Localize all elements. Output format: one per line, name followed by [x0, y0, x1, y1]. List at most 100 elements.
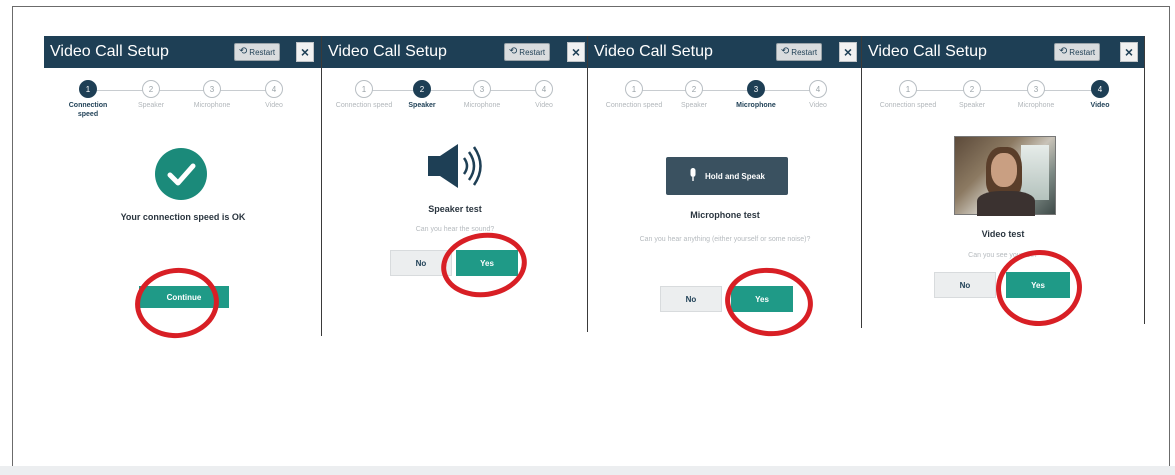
step-number: 1 — [899, 80, 917, 98]
restart-icon: ⟲ — [238, 46, 248, 57]
close-button[interactable]: × — [567, 42, 585, 62]
person-face — [991, 153, 1017, 187]
microphone-test-heading: Microphone test — [690, 210, 760, 220]
restart-icon: ⟲ — [1058, 46, 1068, 57]
step-video: 4 Video — [244, 80, 304, 110]
step-connection-speed: 1 Connection speed — [58, 80, 118, 119]
step-number: 2 — [963, 80, 981, 98]
speaker-test-heading: Speaker test — [428, 204, 482, 214]
step-microphone: 3 Microphone — [1006, 80, 1066, 110]
no-label: No — [685, 294, 697, 304]
step-label: Speaker — [958, 102, 986, 109]
panel-header: Video Call Setup ⟲ Restart × — [588, 36, 862, 68]
step-speaker: 2 Speaker — [121, 80, 181, 110]
speaker-icon — [422, 140, 488, 192]
panel-header: Video Call Setup ⟲ Restart × — [44, 36, 322, 68]
panel-header: Video Call Setup ⟲ Restart × — [862, 36, 1144, 68]
step-number: 1 — [625, 80, 643, 98]
step-label: Speaker — [408, 102, 436, 109]
step-number: 1 — [79, 80, 97, 98]
restart-label: Restart — [1069, 47, 1096, 57]
step-number: 3 — [1027, 80, 1045, 98]
step-label: Connection speed — [879, 102, 937, 109]
close-icon: × — [300, 44, 310, 60]
step-label: Microphone — [463, 102, 501, 109]
step-label: Video — [809, 102, 827, 109]
video-call-setup-panel-microphone: Video Call Setup ⟲ Restart × 1 Connectio… — [588, 36, 862, 331]
no-button[interactable]: No — [660, 286, 722, 312]
close-icon: × — [1124, 44, 1134, 60]
close-button[interactable]: × — [839, 42, 857, 62]
step-video: 4 Video — [788, 80, 848, 110]
restart-label: Restart — [791, 47, 818, 57]
speaker-test-question: Can you hear the sound? — [415, 226, 495, 233]
step-number: 4 — [535, 80, 553, 98]
step-number: 3 — [203, 80, 221, 98]
panel-title: Video Call Setup — [328, 43, 447, 60]
step-number: 4 — [809, 80, 827, 98]
panel-divider — [861, 36, 862, 328]
step-speaker: 2 Speaker — [942, 80, 1002, 110]
restart-button[interactable]: ⟲ Restart — [776, 43, 822, 61]
microphone-test-question: Can you hear anything (either yourself o… — [639, 236, 811, 243]
step-label: Microphone — [1017, 102, 1055, 109]
no-label: No — [415, 258, 427, 268]
step-number: 2 — [685, 80, 703, 98]
no-button[interactable]: No — [934, 272, 996, 298]
close-icon: × — [843, 44, 853, 60]
step-microphone: 3 Microphone — [452, 80, 512, 110]
step-label: Speaker — [137, 102, 165, 109]
step-number: 2 — [142, 80, 160, 98]
step-speaker: 2 Speaker — [392, 80, 452, 110]
restart-label: Restart — [519, 47, 546, 57]
background-window — [1021, 145, 1049, 200]
step-number: 1 — [355, 80, 373, 98]
checkmark-icon — [155, 148, 207, 200]
step-connection-speed: 1 Connection speed — [334, 80, 394, 110]
step-video: 4 Video — [514, 80, 574, 110]
restart-icon: ⟲ — [508, 46, 518, 57]
step-label: Connection speed — [605, 102, 663, 109]
step-number: 2 — [413, 80, 431, 98]
step-connection-speed: 1 Connection speed — [604, 80, 664, 110]
panel-header: Video Call Setup ⟲ Restart × — [322, 36, 588, 68]
panel-divider — [587, 36, 588, 332]
webcam-video-preview — [954, 136, 1056, 216]
step-label: Microphone — [193, 102, 231, 109]
step-label: Microphone — [736, 102, 776, 109]
stepper: 1 Connection speed 2 Speaker 3 Microphon… — [44, 80, 322, 130]
hold-and-speak-label: Hold and Speak — [704, 171, 765, 181]
close-icon: × — [571, 44, 581, 60]
step-label: Connection speed — [68, 102, 108, 118]
restart-button[interactable]: ⟲ Restart — [504, 43, 550, 61]
panel-divider — [1144, 36, 1145, 324]
hold-and-speak-button[interactable]: Hold and Speak — [666, 157, 788, 195]
step-label: Video — [535, 102, 553, 109]
step-number: 4 — [1091, 80, 1109, 98]
restart-button[interactable]: ⟲ Restart — [234, 43, 280, 61]
step-label: Connection speed — [335, 102, 393, 109]
step-speaker: 2 Speaker — [664, 80, 724, 110]
person-body — [977, 191, 1035, 216]
panel-title: Video Call Setup — [50, 43, 169, 60]
video-test-heading: Video test — [981, 229, 1025, 239]
panel-divider — [321, 36, 322, 336]
restart-button[interactable]: ⟲ Restart — [1054, 43, 1100, 61]
stepper: 1 Connection speed 2 Speaker 3 Microphon… — [322, 80, 588, 130]
microphone-icon — [689, 168, 697, 184]
video-test-question: Can you see yourself? — [968, 252, 1038, 259]
restart-label: Restart — [249, 47, 276, 57]
step-connection-speed: 1 Connection speed — [878, 80, 938, 110]
stepper: 1 Connection speed 2 Speaker 3 Microphon… — [588, 80, 862, 130]
step-label: Video — [265, 102, 283, 109]
close-button[interactable]: × — [296, 42, 314, 62]
step-label: Video — [1090, 102, 1110, 109]
panel-title: Video Call Setup — [868, 43, 987, 60]
step-number: 3 — [473, 80, 491, 98]
restart-icon: ⟲ — [780, 46, 790, 57]
no-label: No — [959, 280, 971, 290]
close-button[interactable]: × — [1120, 42, 1138, 62]
step-label: Speaker — [680, 102, 708, 109]
step-number: 4 — [265, 80, 283, 98]
stepper: 1 Connection speed 2 Speaker 3 Microphon… — [862, 80, 1144, 130]
